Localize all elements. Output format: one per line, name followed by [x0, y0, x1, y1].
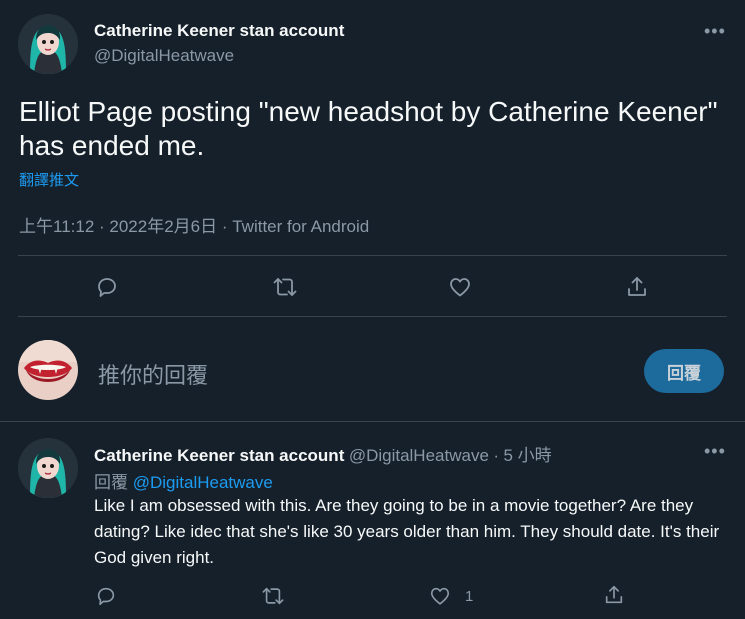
replying-to-prefix: 回覆 — [94, 473, 128, 492]
reply-icon[interactable] — [90, 270, 124, 304]
more-horizontal-icon[interactable]: ••• — [704, 442, 726, 460]
more-horizontal-icon[interactable]: ••• — [704, 22, 726, 40]
share-icon[interactable] — [620, 270, 654, 304]
reply-author-display-name[interactable]: Catherine Keener stan account — [94, 446, 344, 465]
reply-text: Like I am obsessed with this. Are they g… — [94, 496, 720, 567]
author-avatar[interactable] — [18, 14, 78, 74]
reply-author-handle[interactable]: @DigitalHeatwave — [349, 446, 489, 465]
replying-to: 回覆 @DigitalHeatwave — [94, 468, 273, 493]
avatar-illustration — [18, 438, 78, 498]
retweet-icon[interactable] — [260, 584, 286, 608]
share-icon[interactable] — [602, 583, 626, 607]
divider — [0, 421, 745, 422]
tweet-timestamp[interactable]: 上午11:12 · 2022年2月6日 · Twitter for Androi… — [19, 212, 369, 237]
replying-to-handle[interactable]: @DigitalHeatwave — [133, 473, 273, 492]
translate-tweet-link[interactable]: 翻譯推文 — [19, 169, 79, 190]
reply-separator: · — [493, 446, 500, 465]
reply-button[interactable]: 回覆 — [644, 349, 724, 393]
like-count: 1 — [465, 588, 474, 605]
reply-icon[interactable] — [94, 584, 118, 608]
like-icon[interactable] — [443, 270, 477, 304]
divider — [18, 255, 727, 256]
tweet-text: Elliot Page posting "new headshot by Cat… — [19, 96, 718, 161]
reply-header: Catherine Keener stan account @DigitalHe… — [94, 441, 552, 466]
like-icon[interactable] — [428, 584, 452, 608]
author-display-name[interactable]: Catherine Keener stan account — [94, 21, 344, 41]
reply-input[interactable]: 推你的回覆 — [98, 358, 208, 390]
divider — [18, 316, 727, 317]
retweet-icon[interactable] — [268, 270, 302, 304]
reply-time[interactable]: 5 小時 — [503, 446, 551, 465]
avatar-illustration — [18, 340, 78, 400]
avatar-illustration — [18, 14, 78, 74]
author-handle[interactable]: @DigitalHeatwave — [94, 46, 234, 66]
reply-author-avatar[interactable] — [18, 438, 78, 498]
current-user-avatar[interactable] — [18, 340, 78, 400]
